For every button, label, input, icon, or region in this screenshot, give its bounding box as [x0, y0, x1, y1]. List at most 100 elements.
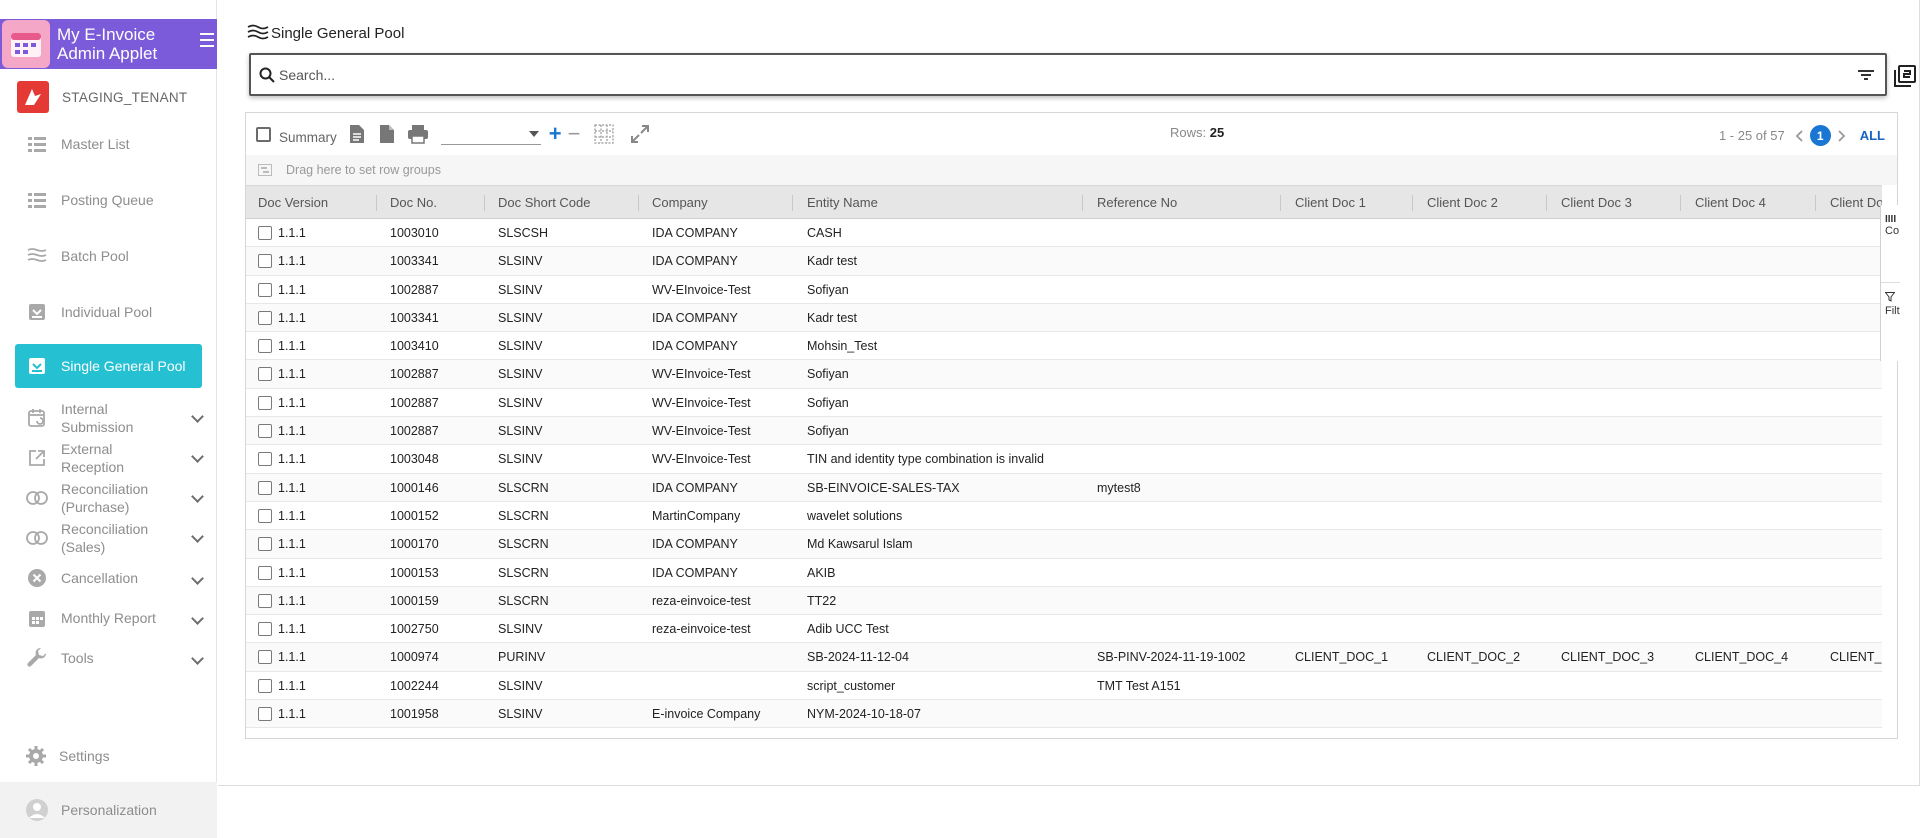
chevron-down-icon[interactable]	[191, 530, 204, 543]
table-cell: Sofiyan	[807, 367, 849, 382]
sidebar-group-internal-submission[interactable]: Internal Submission	[15, 396, 204, 440]
table-row[interactable]: 1.1.1 1002887 SLSINV WV-EInvoice-Test Sofiya…	[246, 360, 1882, 389]
table-row[interactable]: 1.1.1 1000152 SLSCRN MartinCompany wavelet s…	[246, 502, 1882, 531]
sidebar-item-master-list[interactable]: Master List	[15, 122, 202, 166]
layers-icon[interactable]	[1893, 64, 1917, 88]
chevron-down-icon[interactable]	[191, 410, 204, 423]
row-checkbox[interactable]	[258, 565, 272, 580]
expand-rows-icon[interactable]: +	[549, 123, 562, 145]
row-checkbox[interactable]	[258, 367, 272, 382]
row-checkbox[interactable]	[258, 678, 272, 693]
row-checkbox[interactable]	[258, 310, 272, 325]
column-header[interactable]: Client Doc 2	[1427, 195, 1498, 210]
table-row[interactable]: 1.1.1 1002887 SLSINV WV-EInvoice-Test Sofiya…	[246, 389, 1882, 418]
table-row[interactable]: 1.1.1 1003048 SLSINV WV-EInvoice-Test TIN an…	[246, 445, 1882, 474]
table-row[interactable]: 1.1.1 1003341 SLSINV IDA COMPANY Kadr test	[246, 303, 1882, 333]
sidebar-group-reconciliation-sales[interactable]: Reconciliation (Sales)	[15, 516, 204, 560]
column-header[interactable]: Reference No	[1097, 195, 1177, 210]
row-group-drop-zone[interactable]: Drag here to set row groups	[246, 155, 1897, 185]
column-header[interactable]: Client Doc 4	[1695, 195, 1766, 210]
sidebar-group-tools[interactable]: Tools	[15, 636, 204, 680]
column-header[interactable]: Company	[652, 195, 708, 210]
document-alt-icon[interactable]	[379, 124, 395, 144]
sidebar-group-cancellation[interactable]: Cancellation	[15, 556, 204, 600]
table-cell: IDA COMPANY	[652, 310, 738, 325]
chevron-down-icon[interactable]	[191, 652, 204, 665]
row-checkbox[interactable]	[258, 226, 272, 240]
sidebar-item-personalization[interactable]: Personalization	[0, 782, 217, 838]
column-header[interactable]: Client Doc 1	[1295, 195, 1366, 210]
column-header[interactable]: Entity Name	[807, 195, 878, 210]
row-checkbox[interactable]	[258, 707, 272, 722]
document-icon[interactable]	[349, 124, 365, 144]
sidebar-group-reconciliation-purchase[interactable]: Reconciliation (Purchase)	[15, 476, 204, 520]
row-checkbox[interactable]	[258, 480, 272, 495]
row-checkbox[interactable]	[258, 395, 272, 410]
columns-tool[interactable]: IIII Co	[1881, 205, 1900, 283]
tenant-selector[interactable]: STAGING_TENANT	[17, 81, 187, 113]
search-bar[interactable]	[249, 53, 1887, 96]
row-checkbox[interactable]	[258, 508, 272, 523]
row-checkbox[interactable]	[258, 622, 272, 637]
table-row[interactable]: 1.1.1 1002887 SLSINV WV-EInvoice-Test Sofiya…	[246, 417, 1882, 446]
sidebar-group-monthly-report[interactable]: Monthly Report	[15, 596, 204, 640]
filter-icon[interactable]	[1857, 68, 1875, 82]
table-row[interactable]: 1.1.1 1003410 SLSINV IDA COMPANY Mohsin_Test	[246, 332, 1882, 361]
page-number-button[interactable]: 1	[1809, 125, 1831, 146]
row-checkbox[interactable]	[258, 282, 272, 297]
fullscreen-icon[interactable]	[630, 124, 650, 144]
table-row[interactable]: 1.1.1 1002244 SLSINV script_customer TMT Tes…	[246, 672, 1882, 701]
column-header[interactable]: Doc Short Code	[498, 195, 591, 210]
grid-select-icon[interactable]	[594, 124, 615, 144]
table-row[interactable]: 1.1.1 1000974 PURINV SB-2024-11-12-04 SB-PIN…	[246, 643, 1882, 672]
table-row[interactable]: 1.1.1 1001958 SLSINV E-invoice Company NYM-2…	[246, 700, 1882, 729]
menu-toggle-icon[interactable]	[200, 33, 214, 51]
row-checkbox[interactable]	[258, 650, 272, 665]
sidebar-item-posting-queue[interactable]: Posting Queue	[15, 178, 202, 222]
chevron-down-icon[interactable]	[191, 572, 204, 585]
row-checkbox[interactable]	[258, 593, 272, 608]
sidebar-item-settings[interactable]: Settings	[25, 745, 110, 767]
column-header[interactable]: Doc No.	[390, 195, 437, 210]
table-row[interactable]: 1.1.1 1003010 SLSCSH IDA COMPANY CASH	[246, 219, 1882, 248]
table-row[interactable]: 1.1.1 1000170 SLSCRN IDA COMPANY Md Kawsarul…	[246, 530, 1882, 559]
row-checkbox[interactable]	[258, 537, 272, 552]
sidebar-item-single-general-pool[interactable]: Single General Pool	[15, 344, 202, 388]
filters-tool[interactable]: Filt	[1881, 283, 1900, 361]
chevron-down-icon[interactable]	[191, 490, 204, 503]
sidebar-item-batch-pool[interactable]: Batch Pool	[15, 234, 202, 278]
row-checkbox[interactable]	[258, 424, 272, 439]
chevron-down-icon[interactable]	[191, 450, 204, 463]
table-row[interactable]: 1.1.1 1002887 SLSINV WV-EInvoice-Test Sofiya…	[246, 276, 1882, 304]
sidebar-group-external-reception[interactable]: External Reception	[15, 436, 204, 480]
row-checkbox[interactable]	[258, 254, 272, 269]
page-header: Single General Pool	[247, 24, 404, 42]
column-header[interactable]: Client Doc	[1830, 195, 1882, 210]
view-select[interactable]	[440, 123, 541, 145]
table-row[interactable]: 1.1.1 1000153 SLSCRN IDA COMPANY AKIB	[246, 559, 1882, 587]
chevron-right-icon[interactable]	[1838, 129, 1846, 142]
row-checkbox[interactable]	[258, 339, 272, 354]
chevron-left-icon[interactable]	[1795, 129, 1803, 142]
sidebar-group-label: Tools	[61, 650, 94, 666]
collapse-rows-icon[interactable]: −	[568, 123, 581, 145]
rows-per-page[interactable]: Rows: 25	[1170, 125, 1224, 140]
chevron-down-icon[interactable]	[191, 612, 204, 625]
table-row[interactable]: 1.1.1 1000146 SLSCRN IDA COMPANY SB-EINVOICE…	[246, 473, 1882, 502]
print-icon[interactable]	[407, 124, 429, 144]
column-header[interactable]: Client Doc 3	[1561, 195, 1632, 210]
table-cell: SLSINV	[498, 707, 543, 722]
table-row[interactable]: 1.1.1 1000159 SLSCRN reza-einvoice-test TT22	[246, 586, 1882, 616]
table-row[interactable]: 1.1.1 1003341 SLSINV IDA COMPANY Kadr test	[246, 247, 1882, 276]
pagination: 1 - 25 of 57 1 ALL	[1719, 125, 1885, 146]
show-all-button[interactable]: ALL	[1860, 128, 1885, 143]
search-input[interactable]	[279, 66, 1857, 83]
funnel-icon	[1884, 292, 1900, 305]
table-cell: 1.1.1	[278, 310, 306, 325]
sidebar-item-individual-pool[interactable]: Individual Pool	[15, 290, 202, 334]
brand-header: My E-Invoice Admin Applet	[0, 19, 217, 69]
summary-checkbox[interactable]	[256, 126, 271, 142]
row-checkbox[interactable]	[258, 452, 272, 467]
column-header[interactable]: Doc Version	[258, 195, 328, 210]
table-row[interactable]: 1.1.1 1002750 SLSINV reza-einvoice-test Adib…	[246, 615, 1882, 644]
